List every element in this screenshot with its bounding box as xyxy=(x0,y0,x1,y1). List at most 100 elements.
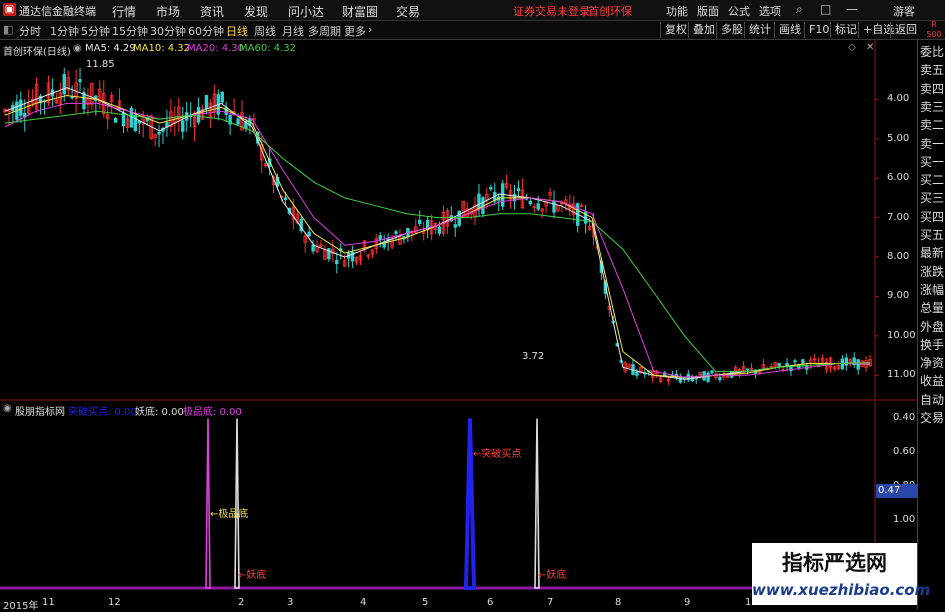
btn-back[interactable]: 返回 xyxy=(890,22,921,38)
candle-body xyxy=(552,200,556,213)
menu-item-gongshi[interactable]: 公式 xyxy=(728,3,750,19)
sidebar-item-3[interactable]: 卖三 xyxy=(919,99,945,115)
sidebar-item-13[interactable]: 涨幅 xyxy=(919,282,945,298)
watermark-banner: 指标严选网 www.xuezhibiao.com xyxy=(752,543,930,605)
menu-item-caifuquan[interactable]: 财富圈 xyxy=(342,3,378,20)
sidebar-item-17[interactable]: 净资 xyxy=(919,355,945,371)
sidebar-item-18[interactable]: 收益 xyxy=(919,373,945,389)
menu-item-banmian[interactable]: 版面 xyxy=(697,3,719,19)
annot-yaodi-2: ←妖底 xyxy=(538,570,567,581)
sidebar-item-11[interactable]: 最新 xyxy=(919,245,945,261)
sidebar-item-16[interactable]: 换手 xyxy=(919,337,945,353)
diamond-icon[interactable]: ◇ xyxy=(848,42,856,53)
period-15min[interactable]: 15分钟 xyxy=(112,23,148,39)
guest-label[interactable]: 游客 xyxy=(893,3,915,19)
candle-body xyxy=(706,372,710,382)
btn-fuquan[interactable]: 复权 xyxy=(660,22,691,38)
app-logo-icon: ▣ xyxy=(3,3,16,16)
period-more[interactable]: 更多 xyxy=(344,23,366,39)
period-5min[interactable]: 5分钟 xyxy=(81,23,110,39)
period-1min[interactable]: 1分钟 xyxy=(50,23,79,39)
x-tick: 3 xyxy=(287,597,294,608)
close-chart-icon[interactable]: ✕ xyxy=(866,42,874,53)
x-tick: 12 xyxy=(108,597,121,608)
candle-body xyxy=(718,376,722,381)
candle-body xyxy=(129,107,134,128)
sidebar-item-8[interactable]: 买三 xyxy=(919,190,945,206)
sidebar-item-7[interactable]: 买二 xyxy=(919,172,945,188)
sidebar-item-15[interactable]: 外盘 xyxy=(919,319,945,335)
menu-item-xuanxiang[interactable]: 选项 xyxy=(759,3,781,19)
menu-item-gongneng[interactable]: 功能 xyxy=(666,3,688,19)
search-icon[interactable]: ⌕ xyxy=(796,2,803,17)
candle-body xyxy=(204,94,209,109)
menu-item-hangqing[interactable]: 行情 xyxy=(112,3,136,20)
btn-f10[interactable]: F10 xyxy=(804,22,833,38)
period-multi[interactable]: 多周期 xyxy=(308,23,341,39)
btn-tongji[interactable]: 统计 xyxy=(744,22,775,38)
x-tick: 7 xyxy=(547,597,554,608)
period-weekly[interactable]: 周线 xyxy=(254,23,276,39)
candle-body xyxy=(489,186,493,190)
sidebar-item-12[interactable]: 涨跌 xyxy=(919,264,945,280)
signal-yaodi-2 xyxy=(534,418,540,589)
sidebar-item-9[interactable]: 买四 xyxy=(919,209,945,225)
period-60min[interactable]: 60分钟 xyxy=(188,23,224,39)
candle-body xyxy=(133,114,138,132)
period-fenshi[interactable]: 分时 xyxy=(19,23,41,39)
sidebar-item-19[interactable]: 自动 xyxy=(919,392,945,408)
candle-body xyxy=(793,360,797,363)
login-notice[interactable]: 证券交易未登录 xyxy=(513,3,590,19)
sidebar-item-10[interactable]: 买五 xyxy=(919,227,945,243)
candle-body xyxy=(635,371,639,376)
menu-item-shichang[interactable]: 市场 xyxy=(156,3,180,20)
indicator-breakout-label: 突破买点: 0.00 xyxy=(68,407,137,418)
candle-body xyxy=(777,362,781,367)
toolbar-toggle-icon[interactable]: ◧ xyxy=(3,23,13,36)
minimize-icon[interactable]: — xyxy=(846,2,858,16)
sidebar-item-20[interactable]: 交易 xyxy=(919,410,945,426)
y-tick-main: 4.00 xyxy=(887,93,910,105)
candle-body xyxy=(307,231,311,237)
indicator-current-value: 0.47 xyxy=(876,484,918,498)
menu-bar: ▣ 通达信金融终端 行情 市场 资讯 发现 问小达 财富圈 交易 证券交易未登录… xyxy=(0,0,945,21)
candle-body xyxy=(453,224,457,228)
sidebar-item-2[interactable]: 卖四 xyxy=(919,81,945,97)
x-tick: 11 xyxy=(42,597,55,608)
indicator-title: 股朋指标网 xyxy=(15,407,65,418)
x-tick: 4 xyxy=(360,597,367,608)
settings-icon[interactable]: ◉ xyxy=(73,43,82,54)
period-30min[interactable]: 30分钟 xyxy=(150,23,186,39)
sidebar-item-6[interactable]: 买一 xyxy=(919,154,945,170)
menu-item-wenxiaoda[interactable]: 问小达 xyxy=(288,3,324,20)
btn-diejia[interactable]: 叠加 xyxy=(688,22,719,38)
menu-item-jiaoyi[interactable]: 交易 xyxy=(396,3,420,20)
candle-body xyxy=(536,203,540,210)
kline-chart[interactable] xyxy=(0,40,917,597)
restore-icon[interactable]: □ xyxy=(820,2,831,16)
sidebar-item-14[interactable]: 总量 xyxy=(919,300,945,316)
sidebar-item-5[interactable]: 卖一 xyxy=(919,136,945,152)
indicator-jipindi-label: 极品底: 0.00 xyxy=(183,407,242,418)
sidebar-item-4[interactable]: 卖二 xyxy=(919,117,945,133)
menu-item-zixun[interactable]: 资讯 xyxy=(200,3,224,20)
candle-body xyxy=(196,106,201,123)
btn-duogu[interactable]: 多股 xyxy=(716,22,747,38)
period-monthly[interactable]: 月线 xyxy=(282,23,304,39)
sidebar-item-1[interactable]: 卖五 xyxy=(919,62,945,78)
chevron-right-icon[interactable]: › xyxy=(368,23,372,36)
menu-item-faxian[interactable]: 发现 xyxy=(244,3,268,20)
period-daily[interactable]: 日线 xyxy=(226,23,248,39)
candle-body xyxy=(157,132,161,135)
btn-biaoji[interactable]: 标记 xyxy=(830,22,861,38)
indicator-settings-icon[interactable]: ◉ xyxy=(3,403,12,414)
chart-title: 首创环保(日线) xyxy=(3,47,71,58)
x-tick: 9 xyxy=(684,597,691,608)
annot-breakout: ←突破买点 xyxy=(473,449,522,460)
sidebar-item-0[interactable]: 委比 xyxy=(919,44,945,60)
candle-body xyxy=(378,235,382,241)
ma60-label: MA60: 4.32 xyxy=(239,43,297,54)
high-price-label: 11.85 xyxy=(86,59,115,70)
x-tick: 6 xyxy=(487,597,494,608)
btn-huaxian[interactable]: 画线 xyxy=(774,22,805,38)
